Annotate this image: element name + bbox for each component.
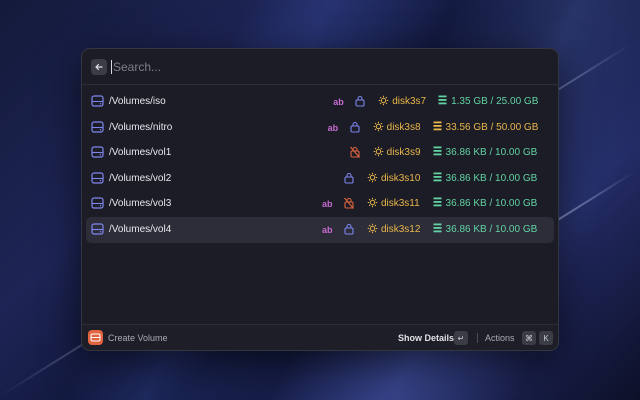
volume-name: /Volumes/vol4 [109, 223, 172, 235]
volume-list: /Volumes/iso ab disk3s7 1.35 GB / 25.00 … [82, 85, 558, 243]
enter-key-hint: ↵ [454, 331, 468, 345]
gear-icon [367, 223, 378, 234]
storage-usage: 33.56 GB / 50.00 GB [445, 121, 539, 133]
case-sensitive-badge: ab [333, 97, 344, 107]
unlocked-icon [344, 198, 354, 210]
case-sensitive-badge: ab [321, 224, 333, 235]
disk-identifier: disk3s9 [386, 147, 421, 159]
disk-identifier: disk3s10 [380, 172, 421, 184]
storage-usage-icon [433, 172, 442, 182]
storage-usage-icon [433, 197, 442, 207]
disk-icon [91, 223, 104, 235]
back-button[interactable] [91, 58, 107, 75]
gear-icon [367, 198, 378, 208]
volume-name: /Volumes/vol2 [109, 172, 172, 184]
actions-button[interactable]: Actions [485, 333, 515, 343]
volume-row-nitro[interactable]: /Volumes/nitro ab disk3s8 33.56 GB / 50.… [86, 115, 554, 141]
case-sensitive-badge: ab [327, 122, 339, 133]
footer-bar: Create Volume Show Details ↵ Actions ⌘ K [82, 324, 558, 350]
cmd-key-hint: ⌘ [522, 331, 536, 345]
volume-row-vol1[interactable]: /Volumes/vol1 disk3s9 36.86 KB / 10.00 G… [86, 140, 554, 166]
unlocked-icon [349, 146, 360, 159]
disk-identifier: disk3s12 [380, 223, 421, 235]
storage-usage-icon [438, 95, 447, 105]
create-volume-icon[interactable] [88, 330, 103, 345]
disk-identifier: disk3s7 [392, 96, 427, 107]
lock-icon [355, 95, 365, 107]
show-details-button[interactable]: Show Details [398, 333, 454, 343]
storage-usage-icon [433, 223, 442, 233]
volume-name: /Volumes/iso [109, 96, 166, 107]
footer-separator [477, 333, 478, 343]
volume-name: /Volumes/nitro [109, 121, 173, 133]
volume-row-vol3[interactable]: /Volumes/vol3 ab disk3s11 36.86 KB / 10.… [86, 191, 554, 217]
volume-row-iso[interactable]: /Volumes/iso ab disk3s7 1.35 GB / 25.00 … [86, 89, 554, 115]
gear-icon [373, 121, 383, 131]
disk-identifier: disk3s8 [386, 121, 421, 133]
create-volume-label[interactable]: Create Volume [108, 333, 168, 343]
lock-icon [344, 223, 354, 235]
storage-usage: 36.86 KB / 10.00 GB [445, 223, 538, 235]
volume-manager-window: /Volumes/iso ab disk3s7 1.35 GB / 25.00 … [81, 48, 559, 351]
search-input[interactable] [111, 59, 411, 74]
disk-icon [91, 197, 104, 209]
disk-icon [91, 120, 104, 133]
storage-usage: 36.86 KB / 10.00 GB [445, 172, 538, 184]
lock-icon [350, 121, 360, 133]
disk-icon [91, 172, 104, 184]
storage-usage: 36.86 KB / 10.00 GB [445, 147, 538, 159]
arrow-left-icon [95, 63, 103, 70]
storage-usage: 1.35 GB / 25.00 GB [451, 96, 539, 107]
gear-icon [367, 172, 378, 183]
disk-icon [91, 146, 104, 158]
storage-usage: 36.86 KB / 10.00 GB [445, 198, 538, 210]
case-sensitive-badge: ab [321, 199, 333, 210]
volume-row-vol2[interactable]: /Volumes/vol2 disk3s10 36.86 KB / 10.00 … [86, 166, 554, 192]
k-key-hint: K [539, 331, 553, 345]
volume-name: /Volumes/vol3 [109, 198, 172, 210]
storage-usage-icon [433, 146, 442, 156]
disk-identifier: disk3s11 [380, 198, 420, 210]
disk-icon [91, 95, 104, 107]
search-bar [82, 49, 558, 85]
gear-icon [373, 146, 383, 157]
gear-icon [378, 95, 389, 106]
lock-icon [344, 172, 354, 184]
volume-name: /Volumes/vol1 [109, 147, 172, 159]
storage-usage-icon [433, 121, 442, 130]
volume-row-vol4[interactable]: /Volumes/vol4 ab disk3s12 36.86 KB / 10.… [86, 216, 554, 243]
